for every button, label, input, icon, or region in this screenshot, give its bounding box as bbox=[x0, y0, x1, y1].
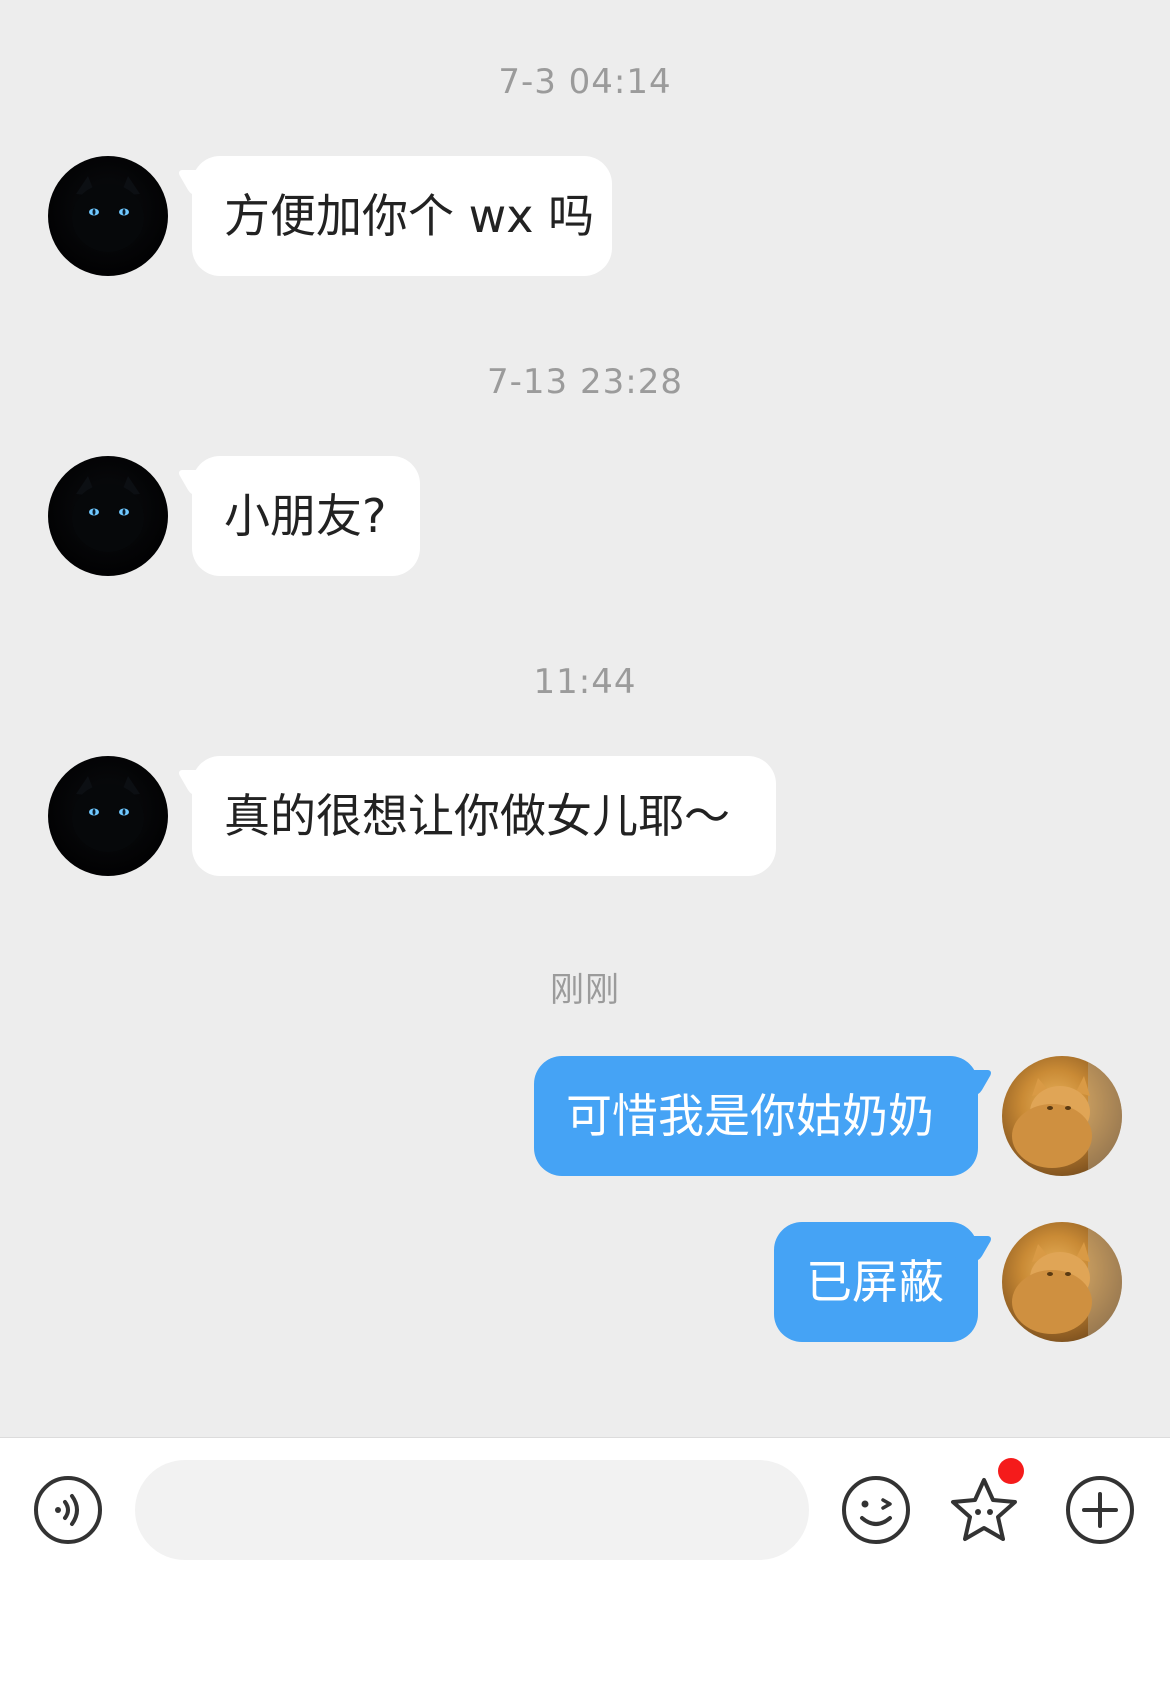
emoji-icon[interactable] bbox=[840, 1474, 912, 1546]
outgoing-message[interactable]: 已屏蔽 bbox=[774, 1222, 978, 1342]
orange-cat-image bbox=[1012, 1056, 1122, 1176]
black-cat-image bbox=[72, 776, 144, 852]
contact-avatar[interactable] bbox=[48, 156, 168, 276]
black-cat-image bbox=[72, 476, 144, 552]
black-cat-image bbox=[72, 176, 144, 252]
outgoing-message[interactable]: 可惜我是你姑奶奶 bbox=[534, 1056, 978, 1176]
user-avatar[interactable] bbox=[1002, 1056, 1122, 1176]
timestamp: 7-3 04:14 bbox=[498, 62, 672, 102]
input-bar bbox=[0, 1437, 1170, 1689]
incoming-message[interactable]: 方便加你个 wx 吗 bbox=[192, 156, 612, 276]
sticker-star-icon[interactable] bbox=[948, 1474, 1020, 1546]
contact-avatar[interactable] bbox=[48, 456, 168, 576]
incoming-message[interactable]: 真的很想让你做女儿耶～ bbox=[192, 756, 776, 876]
timestamp: 刚刚 bbox=[550, 970, 620, 1010]
plus-icon[interactable] bbox=[1064, 1474, 1136, 1546]
incoming-message[interactable]: 小朋友? bbox=[192, 456, 420, 576]
message-input[interactable] bbox=[135, 1460, 809, 1560]
notification-dot bbox=[998, 1458, 1024, 1484]
orange-cat-image bbox=[1012, 1222, 1122, 1342]
contact-avatar[interactable] bbox=[48, 756, 168, 876]
timestamp: 7-13 23:28 bbox=[487, 362, 683, 402]
chat-area[interactable]: 7-3 04:14 方便加你个 wx 吗 7-13 23:28 小朋友? 11:… bbox=[0, 0, 1170, 1437]
user-avatar[interactable] bbox=[1002, 1222, 1122, 1342]
voice-icon[interactable] bbox=[32, 1474, 104, 1546]
timestamp: 11:44 bbox=[533, 662, 637, 702]
